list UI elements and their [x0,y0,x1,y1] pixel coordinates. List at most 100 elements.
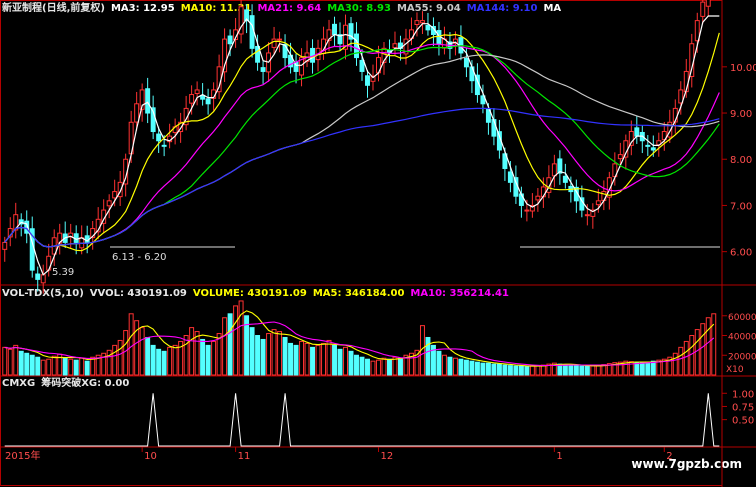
volume-bar [326,339,332,376]
volume-bar [425,336,431,376]
volume-bar [68,358,74,376]
volume-bar [7,348,13,376]
volume-bar [150,344,156,376]
chart-frame [0,0,723,486]
volume-bar [436,350,442,376]
candle [705,0,711,7]
volume-bar [672,352,678,376]
volume-bar [90,356,96,376]
candle [700,1,706,17]
volume-bar [370,360,376,376]
volume-bar [84,360,90,376]
volume-bar [579,365,585,376]
candle [634,127,640,137]
volume-bar [463,359,469,376]
volume-bar [683,340,689,376]
volume-bar [238,300,244,376]
volume-bar [529,365,535,376]
candle [645,144,651,147]
candle [562,175,568,183]
volume-bar [145,336,151,376]
volume-bar [645,361,651,376]
volume-bar [392,356,398,376]
volume-bar [381,357,387,376]
volume-bar [227,313,233,376]
candle [365,75,370,86]
volume-axis-label: 20000 [728,352,756,362]
volume-bar [46,358,52,376]
candle [106,200,112,207]
candle [205,98,211,105]
signal-axis-label: 0.75 [732,402,754,413]
volume-bar [321,342,327,376]
volume-bar [518,365,524,376]
candle [584,214,590,217]
volume-bar [447,356,453,376]
volume-bar [29,354,35,376]
volume-bar [211,340,217,376]
volume-bar [562,364,568,376]
volume-bar [711,313,717,376]
volume-bar [458,358,464,376]
candle [156,133,162,142]
candle [271,38,277,48]
volume-bar [117,339,123,376]
candle [414,20,420,26]
volume-axis-label: 60000 [728,313,756,323]
candle [617,154,623,160]
candle [507,171,513,183]
price-axis-label: 10.00 [730,63,756,74]
candle [40,274,46,284]
volume-bar [348,350,354,376]
candle [623,140,629,158]
volume-bar [172,344,178,376]
volume-bar [441,354,447,376]
candle [535,195,541,201]
candle [2,241,8,250]
candle [359,59,365,72]
candle [513,177,519,197]
volume-bar [205,344,211,376]
ma55-line [4,54,720,248]
candle [260,67,266,72]
volume-bar [2,346,8,376]
candle [595,200,601,206]
volume-bar [595,364,601,376]
volume-bar [452,357,458,376]
volume-bar [573,365,579,376]
volume-bar [387,358,392,376]
price-axis-label: 6.00 [730,248,752,259]
volume-bar [474,361,480,376]
volume-bar [678,346,684,376]
volume-bar [491,363,497,376]
volume-bar [315,344,321,376]
date-axis-label: 10 [144,451,157,462]
volume-bar [13,344,19,376]
volume-bar [650,360,656,376]
volume-bar [354,354,359,376]
volume-bar [590,365,596,376]
candle [112,191,118,199]
volume-bar [18,350,24,376]
candle [161,144,167,147]
volume-bar [260,338,266,376]
volume-bar [639,362,645,376]
volume-bar [51,355,57,376]
volume-bar [299,340,305,376]
candle [194,89,200,95]
volume-bar [337,348,343,376]
low-price-label: 5.39 [52,267,74,278]
candle [463,57,469,68]
volume-bar [266,333,272,376]
volume-bar [365,358,370,376]
candle [524,209,530,212]
candle [249,15,255,49]
volume-bar [524,366,530,376]
volume-bar [123,330,129,376]
volume-bar [282,336,288,376]
volume-bar [332,344,337,376]
candle [227,35,233,45]
volume-bar [277,331,283,376]
price-axis-label: 8.00 [730,155,752,166]
candle [419,20,425,24]
